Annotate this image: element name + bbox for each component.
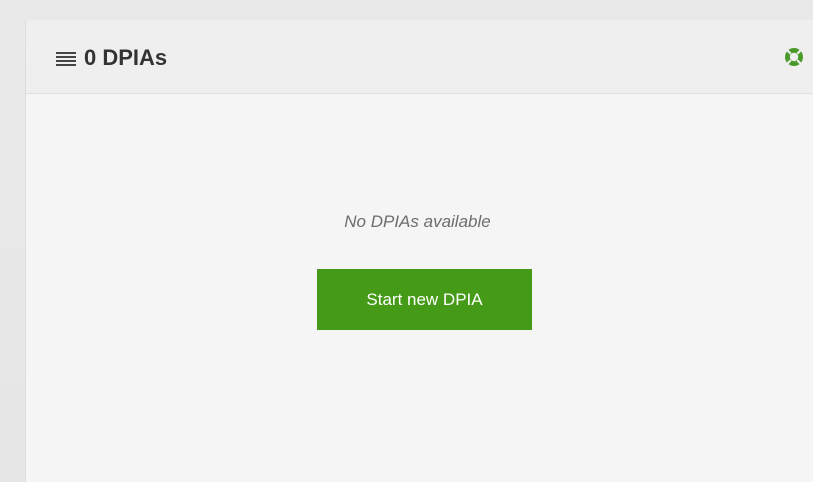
hamburger-menu-icon[interactable] xyxy=(56,52,76,66)
panel-header: 0 DPIAs xyxy=(26,20,813,94)
start-new-dpia-button[interactable]: Start new DPIA xyxy=(317,269,532,330)
page-title: 0 DPIAs xyxy=(84,45,168,70)
lifebuoy-icon[interactable] xyxy=(784,47,804,67)
dpia-panel: 0 DPIAs No DPIAs available Start new DPI… xyxy=(25,20,813,482)
empty-state-message: No DPIAs available xyxy=(344,212,491,231)
